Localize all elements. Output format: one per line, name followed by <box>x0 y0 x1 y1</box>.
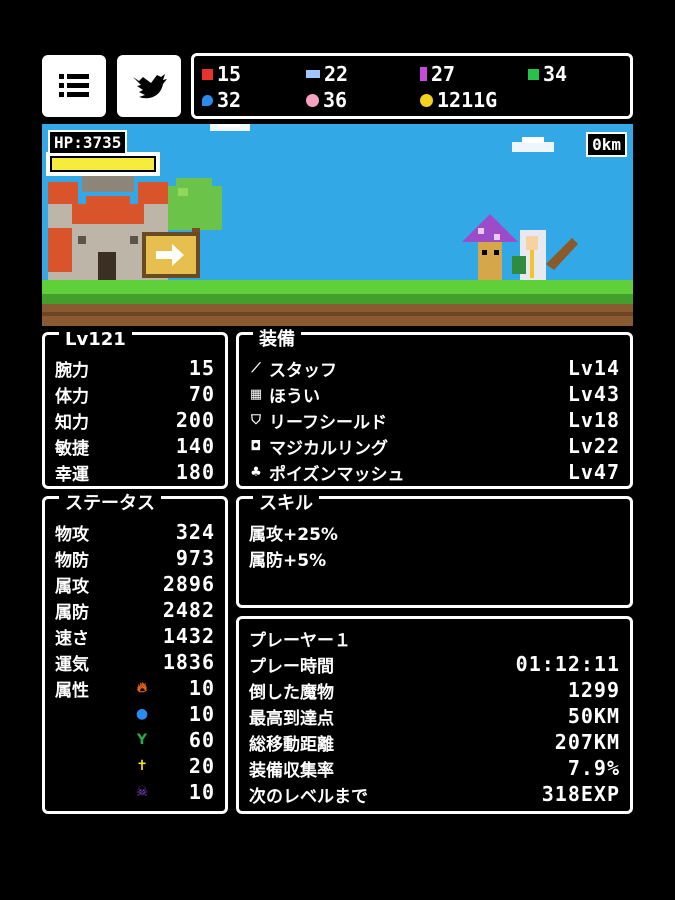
resources-panel: 15 22 27 34 32 36 1211G <box>191 53 633 119</box>
ring-icon: ◘ <box>250 438 262 454</box>
equipment-item[interactable]: ⛉ リーフシールド Lv18 <box>249 407 620 433</box>
player-stat-row: 総移動距離 207KM <box>249 730 620 755</box>
resource-pink-orb: 36 <box>306 88 347 112</box>
plant-icon: Y <box>136 732 148 748</box>
stat-row: 敏捷 140 <box>55 434 215 459</box>
fire-icon: 🔥︎ <box>136 680 148 696</box>
stat-row: 属防 2482 <box>55 598 215 623</box>
holy-cross-icon: ✝ <box>136 758 148 774</box>
equipment-title: 装備 <box>253 331 301 349</box>
attribute-row: Y 60 <box>136 728 215 752</box>
player-stat-row: 次のレベルまで 318EXP <box>249 782 620 807</box>
status-panel: ステータス 物攻 324 物防 973 属攻 2896 属防 2482 速さ 1432 運… <box>42 495 228 814</box>
player-panel: プレーヤー１ プレー時間 01:12:11 倒した魔物 1299 最高到達点 50KM… <box>236 616 633 814</box>
resource-blue-drop: 32 <box>202 88 241 112</box>
gold-coin-icon <box>420 93 433 107</box>
game-scene: HP:3735 0km <box>42 124 633 326</box>
share-button[interactable] <box>117 55 181 117</box>
twitter-bird-icon <box>133 74 167 99</box>
resource-diamond: 22 <box>306 62 348 86</box>
player-stat-row: 装備収集率 7.9% <box>249 756 620 781</box>
dark-skull-icon: ☠ <box>135 784 149 800</box>
resource-red-gem: 15 <box>202 62 241 86</box>
list-icon <box>59 74 89 97</box>
menu-button[interactable] <box>42 55 106 117</box>
stat-row: 属攻 2896 <box>55 572 215 597</box>
stat-row: 腕力 15 <box>55 356 215 381</box>
attribute-row: ☠ 10 <box>135 780 215 804</box>
skill-panel: スキル 属攻+25% 属防+5% <box>236 495 633 608</box>
robe-icon: ▦ <box>249 386 263 402</box>
status-title: ステータス <box>59 495 161 513</box>
skill-item: 属攻+25% <box>249 524 338 545</box>
red-gem-icon <box>202 68 213 80</box>
resource-gold-coin: 1211G <box>420 88 497 112</box>
equipment-item[interactable]: ⟋ スタッフ Lv14 <box>249 355 620 381</box>
skill-title: スキル <box>253 495 319 513</box>
green-gem-icon <box>528 68 539 80</box>
stat-row: 体力 70 <box>55 382 215 407</box>
stat-row: 物攻 324 <box>55 520 215 545</box>
blue-drop-icon <box>202 94 213 106</box>
purple-crystal-icon <box>420 67 427 81</box>
water-icon: ● <box>135 706 149 722</box>
staff-icon: ⟋ <box>251 360 261 376</box>
equipment-item[interactable]: ▦ ほうい Lv43 <box>249 381 620 407</box>
equipment-panel: 装備 ⟋ スタッフ Lv14 ▦ ほうい Lv43 ⛉ リーフシールド Lv18 ◘ マジカル… <box>236 331 633 489</box>
mushroom-icon: ♣ <box>250 464 262 480</box>
player-stat-row: プレー時間 01:12:11 <box>249 652 620 677</box>
stat-row: 知力 200 <box>55 408 215 433</box>
stat-row: 速さ 1432 <box>55 624 215 649</box>
attribute-row: ● 10 <box>135 702 215 726</box>
diamond-icon <box>306 70 320 78</box>
attribute-row: ✝ 20 <box>136 754 215 778</box>
hp-label: HP:3735 <box>48 130 128 155</box>
attribute-row: 属性 🔥︎ 10 <box>55 676 215 701</box>
player-name: プレーヤー１ <box>249 630 351 651</box>
equipment-item[interactable]: ♣ ポイズンマッシュ Lv47 <box>249 459 620 485</box>
level-title: Lv121 <box>59 331 132 349</box>
player-stat-row: 最高到達点 50KM <box>249 704 620 729</box>
skill-item: 属防+5% <box>249 550 327 571</box>
level-panel: Lv121 腕力 15 体力 70 知力 200 敏捷 140 幸運 180 <box>42 331 228 489</box>
resource-purple-crystal: 27 <box>420 62 455 86</box>
pink-orb-icon <box>306 93 319 107</box>
player-stat-row: 倒した魔物 1299 <box>249 678 620 703</box>
equipment-item[interactable]: ◘ マジカルリング Lv22 <box>249 433 620 459</box>
stat-row: 運気 1836 <box>55 650 215 675</box>
stat-row: 物防 973 <box>55 546 215 571</box>
stat-row: 幸運 180 <box>55 460 215 485</box>
resource-green-gem: 34 <box>528 62 567 86</box>
shield-icon: ⛉ <box>251 412 261 428</box>
distance-label: 0km <box>586 132 627 157</box>
